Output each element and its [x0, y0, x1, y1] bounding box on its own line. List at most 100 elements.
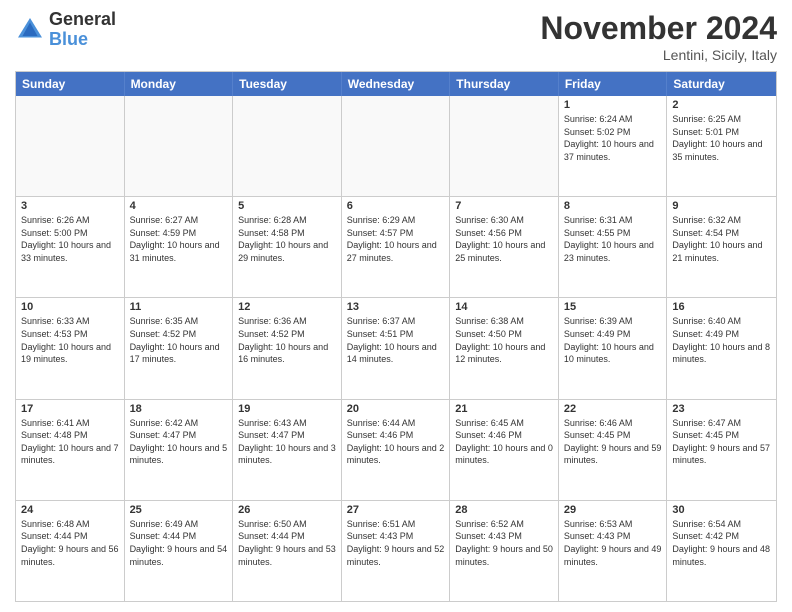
- calendar-body: 1 Sunrise: 6:24 AM Sunset: 5:02 PM Daylig…: [16, 96, 776, 601]
- cell-info: Sunrise: 6:35 AM Sunset: 4:52 PM Dayligh…: [130, 315, 228, 365]
- day-number: 29: [564, 504, 662, 516]
- day-number: 30: [672, 504, 771, 516]
- calendar-cell: 30 Sunrise: 6:54 AM Sunset: 4:42 PM Dayli…: [667, 501, 776, 601]
- calendar-week-3: 10Sunrise: 6:33 AM Sunset: 4:53 PM Dayli…: [16, 297, 776, 398]
- day-number: 20: [347, 403, 445, 415]
- calendar-week-5: 24Sunrise: 6:48 AM Sunset: 4:44 PM Dayli…: [16, 500, 776, 601]
- calendar-cell: 8 Sunrise: 6:31 AM Sunset: 4:55 PM Daylig…: [559, 197, 668, 297]
- calendar: SundayMondayTuesdayWednesdayThursdayFrid…: [15, 71, 777, 602]
- day-number: 17: [21, 403, 119, 415]
- calendar-cell: 18 Sunrise: 6:42 AM Sunset: 4:47 PM Dayli…: [125, 400, 234, 500]
- calendar-cell: [450, 96, 559, 196]
- cell-info: Sunrise: 6:39 AM Sunset: 4:49 PM Dayligh…: [564, 315, 662, 365]
- cell-info: Sunrise: 6:42 AM Sunset: 4:47 PM Dayligh…: [130, 417, 228, 467]
- cell-info: Sunrise: 6:28 AM Sunset: 4:58 PM Dayligh…: [238, 214, 336, 264]
- day-number: 16: [672, 301, 771, 313]
- calendar-header-row: SundayMondayTuesdayWednesdayThursdayFrid…: [16, 72, 776, 96]
- cell-info: Sunrise: 6:41 AM Sunset: 4:48 PM Dayligh…: [21, 417, 119, 467]
- calendar-cell: 26Sunrise: 6:50 AM Sunset: 4:44 PM Dayli…: [233, 501, 342, 601]
- cell-info: Sunrise: 6:27 AM Sunset: 4:59 PM Dayligh…: [130, 214, 228, 264]
- day-number: 15: [564, 301, 662, 313]
- cell-info: Sunrise: 6:30 AM Sunset: 4:56 PM Dayligh…: [455, 214, 553, 264]
- calendar-cell: 27 Sunrise: 6:51 AM Sunset: 4:43 PM Dayli…: [342, 501, 451, 601]
- day-number: 26: [238, 504, 336, 516]
- day-number: 1: [564, 99, 662, 111]
- day-number: 22: [564, 403, 662, 415]
- day-number: 18: [130, 403, 228, 415]
- cell-info: Sunrise: 6:29 AM Sunset: 4:57 PM Dayligh…: [347, 214, 445, 264]
- page: General Blue November 2024 Lentini, Sici…: [0, 0, 792, 612]
- day-number: 27: [347, 504, 445, 516]
- cell-info: Sunrise: 6:46 AM Sunset: 4:45 PM Dayligh…: [564, 417, 662, 467]
- cell-info: Sunrise: 6:45 AM Sunset: 4:46 PM Dayligh…: [455, 417, 553, 467]
- header-day-saturday: Saturday: [667, 72, 776, 96]
- day-number: 9: [672, 200, 771, 212]
- day-number: 23: [672, 403, 771, 415]
- day-number: 21: [455, 403, 553, 415]
- logo: General Blue: [15, 10, 116, 50]
- calendar-cell: 5Sunrise: 6:28 AM Sunset: 4:58 PM Daylig…: [233, 197, 342, 297]
- header-day-friday: Friday: [559, 72, 668, 96]
- calendar-cell: 15 Sunrise: 6:39 AM Sunset: 4:49 PM Dayli…: [559, 298, 668, 398]
- cell-info: Sunrise: 6:51 AM Sunset: 4:43 PM Dayligh…: [347, 518, 445, 568]
- day-number: 28: [455, 504, 553, 516]
- day-number: 8: [564, 200, 662, 212]
- day-number: 24: [21, 504, 119, 516]
- calendar-cell: 14Sunrise: 6:38 AM Sunset: 4:50 PM Dayli…: [450, 298, 559, 398]
- header-day-wednesday: Wednesday: [342, 72, 451, 96]
- cell-info: Sunrise: 6:25 AM Sunset: 5:01 PM Dayligh…: [672, 113, 771, 163]
- calendar-cell: 10Sunrise: 6:33 AM Sunset: 4:53 PM Dayli…: [16, 298, 125, 398]
- calendar-cell: 1 Sunrise: 6:24 AM Sunset: 5:02 PM Daylig…: [559, 96, 668, 196]
- calendar-cell: 11 Sunrise: 6:35 AM Sunset: 4:52 PM Dayli…: [125, 298, 234, 398]
- day-number: 11: [130, 301, 228, 313]
- day-number: 19: [238, 403, 336, 415]
- calendar-week-4: 17 Sunrise: 6:41 AM Sunset: 4:48 PM Dayli…: [16, 399, 776, 500]
- header-day-monday: Monday: [125, 72, 234, 96]
- day-number: 3: [21, 200, 119, 212]
- cell-info: Sunrise: 6:54 AM Sunset: 4:42 PM Dayligh…: [672, 518, 771, 568]
- logo-text: General Blue: [49, 10, 116, 50]
- calendar-week-2: 3Sunrise: 6:26 AM Sunset: 5:00 PM Daylig…: [16, 196, 776, 297]
- calendar-cell: 25 Sunrise: 6:49 AM Sunset: 4:44 PM Dayli…: [125, 501, 234, 601]
- cell-info: Sunrise: 6:32 AM Sunset: 4:54 PM Dayligh…: [672, 214, 771, 264]
- calendar-cell: 6 Sunrise: 6:29 AM Sunset: 4:57 PM Daylig…: [342, 197, 451, 297]
- day-number: 7: [455, 200, 553, 212]
- cell-info: Sunrise: 6:53 AM Sunset: 4:43 PM Dayligh…: [564, 518, 662, 568]
- header: General Blue November 2024 Lentini, Sici…: [15, 10, 777, 63]
- calendar-cell: [125, 96, 234, 196]
- cell-info: Sunrise: 6:47 AM Sunset: 4:45 PM Dayligh…: [672, 417, 771, 467]
- cell-info: Sunrise: 6:52 AM Sunset: 4:43 PM Dayligh…: [455, 518, 553, 568]
- cell-info: Sunrise: 6:37 AM Sunset: 4:51 PM Dayligh…: [347, 315, 445, 365]
- cell-info: Sunrise: 6:33 AM Sunset: 4:53 PM Dayligh…: [21, 315, 119, 365]
- day-number: 6: [347, 200, 445, 212]
- calendar-cell: 12Sunrise: 6:36 AM Sunset: 4:52 PM Dayli…: [233, 298, 342, 398]
- calendar-cell: 23 Sunrise: 6:47 AM Sunset: 4:45 PM Dayli…: [667, 400, 776, 500]
- calendar-cell: 2 Sunrise: 6:25 AM Sunset: 5:01 PM Daylig…: [667, 96, 776, 196]
- cell-info: Sunrise: 6:24 AM Sunset: 5:02 PM Dayligh…: [564, 113, 662, 163]
- header-day-thursday: Thursday: [450, 72, 559, 96]
- calendar-cell: 22 Sunrise: 6:46 AM Sunset: 4:45 PM Dayli…: [559, 400, 668, 500]
- day-number: 13: [347, 301, 445, 313]
- calendar-cell: 13 Sunrise: 6:37 AM Sunset: 4:51 PM Dayli…: [342, 298, 451, 398]
- day-number: 4: [130, 200, 228, 212]
- day-number: 12: [238, 301, 336, 313]
- header-day-tuesday: Tuesday: [233, 72, 342, 96]
- calendar-cell: 17 Sunrise: 6:41 AM Sunset: 4:48 PM Dayli…: [16, 400, 125, 500]
- calendar-cell: 20Sunrise: 6:44 AM Sunset: 4:46 PM Dayli…: [342, 400, 451, 500]
- calendar-cell: 9 Sunrise: 6:32 AM Sunset: 4:54 PM Daylig…: [667, 197, 776, 297]
- cell-info: Sunrise: 6:49 AM Sunset: 4:44 PM Dayligh…: [130, 518, 228, 568]
- logo-icon: [15, 15, 45, 45]
- cell-info: Sunrise: 6:31 AM Sunset: 4:55 PM Dayligh…: [564, 214, 662, 264]
- day-number: 2: [672, 99, 771, 111]
- month-title: November 2024: [540, 10, 777, 47]
- day-number: 25: [130, 504, 228, 516]
- calendar-cell: 28 Sunrise: 6:52 AM Sunset: 4:43 PM Dayli…: [450, 501, 559, 601]
- location: Lentini, Sicily, Italy: [540, 47, 777, 63]
- header-day-sunday: Sunday: [16, 72, 125, 96]
- calendar-cell: 4 Sunrise: 6:27 AM Sunset: 4:59 PM Daylig…: [125, 197, 234, 297]
- cell-info: Sunrise: 6:40 AM Sunset: 4:49 PM Dayligh…: [672, 315, 771, 365]
- calendar-cell: 29 Sunrise: 6:53 AM Sunset: 4:43 PM Dayli…: [559, 501, 668, 601]
- calendar-cell: 21 Sunrise: 6:45 AM Sunset: 4:46 PM Dayli…: [450, 400, 559, 500]
- calendar-cell: 3Sunrise: 6:26 AM Sunset: 5:00 PM Daylig…: [16, 197, 125, 297]
- calendar-cell: [233, 96, 342, 196]
